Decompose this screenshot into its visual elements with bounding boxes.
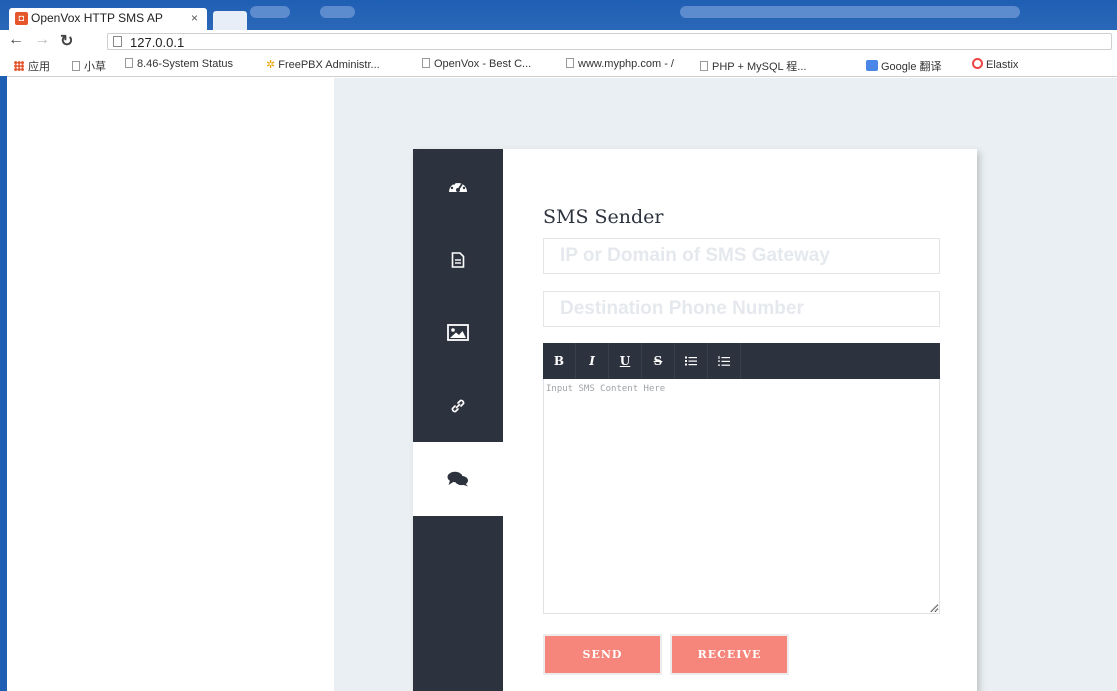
google-translate-icon [866, 60, 878, 71]
bookmark-label: www.myphp.com - / [578, 58, 674, 70]
receive-button[interactable]: RECEIVE [670, 634, 789, 675]
underline-button[interactable]: U [609, 343, 642, 379]
page-icon [700, 61, 708, 71]
unordered-list-button[interactable] [675, 343, 708, 379]
elastix-icon [972, 58, 983, 69]
strikethrough-button[interactable]: S [642, 343, 675, 379]
bookmark-label: 小草 [84, 61, 106, 73]
bookmark-item[interactable]: PHP + MySQL 程... [700, 58, 806, 74]
page-icon [72, 61, 80, 71]
unordered-list-icon [685, 356, 697, 366]
bold-button[interactable]: B [543, 343, 576, 379]
gateway-input[interactable] [543, 238, 940, 274]
sidebar-item-sms[interactable] [413, 442, 503, 516]
comments-icon [447, 471, 468, 487]
bookmark-label: 应用 [28, 61, 50, 73]
bookmark-item[interactable]: OpenVox - Best C... [422, 58, 531, 70]
sidebar-item-image[interactable] [413, 295, 503, 369]
ordered-list-button[interactable] [708, 343, 741, 379]
editor-toolbar: B I U S [543, 343, 940, 379]
forward-arrow-icon[interactable]: → [34, 31, 50, 49]
bookmark-item[interactable]: Google 翻译 [866, 58, 942, 74]
blurred-window-title [680, 6, 1020, 18]
bookmark-item[interactable]: Elastix [972, 58, 1018, 71]
bookmark-item[interactable]: ✲ FreePBX Administr... [266, 58, 380, 71]
page-icon [125, 58, 133, 68]
apps-icon [14, 61, 24, 71]
sidebar [413, 149, 503, 691]
bookmark-label: 8.46-System Status [137, 58, 233, 70]
reload-icon[interactable]: ↻ [60, 31, 73, 51]
tab-close-icon[interactable]: × [191, 8, 198, 29]
page-icon [566, 58, 574, 68]
sms-content-editor[interactable] [543, 379, 940, 614]
back-arrow-icon[interactable]: ← [8, 31, 24, 49]
url-text: 127.0.0.1 [130, 35, 185, 50]
document-icon [451, 252, 465, 268]
sidebar-item-link[interactable] [413, 369, 503, 443]
freepbx-icon: ✲ [266, 59, 276, 71]
bold-label: B [553, 354, 565, 368]
address-bar[interactable]: 127.0.0.1 [107, 33, 1112, 50]
ordered-list-icon [718, 355, 730, 366]
sidebar-item-document[interactable] [413, 223, 503, 297]
resize-handle-icon[interactable] [930, 604, 938, 612]
bookmark-label: OpenVox - Best C... [434, 58, 532, 70]
bookmark-item[interactable]: www.myphp.com - / [566, 58, 674, 70]
browser-nav-bar: ← → ↻ 127.0.0.1 [0, 30, 1117, 55]
openvox-favicon-icon: ◘ [15, 12, 28, 25]
bookmark-label: Elastix [986, 59, 1019, 71]
browser-title-bar: ◘ OpenVox HTTP SMS AP × [0, 0, 1117, 30]
new-tab-button[interactable] [213, 11, 247, 30]
page-icon [422, 58, 430, 68]
link-icon [451, 399, 465, 413]
blurred-tab [320, 6, 355, 18]
page-icon [113, 36, 122, 47]
bookmark-label: Google 翻译 [881, 61, 942, 73]
bookmark-label: PHP + MySQL 程... [712, 61, 807, 73]
dashboard-icon [449, 180, 467, 192]
browser-tab[interactable]: ◘ OpenVox HTTP SMS AP × [9, 8, 207, 30]
bookmark-item[interactable]: 8.46-System Status [125, 58, 233, 70]
tab-title: OpenVox HTTP SMS AP [31, 11, 163, 25]
image-icon [447, 323, 469, 341]
bookmark-label: FreePBX Administr... [278, 59, 380, 71]
page-title: SMS Sender [543, 206, 664, 228]
window-edge [0, 76, 7, 691]
sms-panel: SMS Sender B I U S [413, 149, 977, 691]
underline-label: U [619, 354, 631, 368]
strikethrough-label: S [653, 354, 663, 368]
italic-button[interactable]: I [576, 343, 609, 379]
phone-number-input[interactable] [543, 291, 940, 327]
bookmark-item[interactable]: 小草 [72, 58, 106, 74]
bookmark-apps[interactable]: 应用 [14, 58, 50, 74]
bookmarks-bar: 应用 小草 8.46-System Status ✲ FreePBX Admini… [0, 54, 1117, 77]
send-button[interactable]: SEND [543, 634, 662, 675]
sidebar-item-dashboard[interactable] [413, 149, 503, 223]
blurred-tab [250, 6, 290, 18]
italic-label: I [589, 354, 595, 368]
